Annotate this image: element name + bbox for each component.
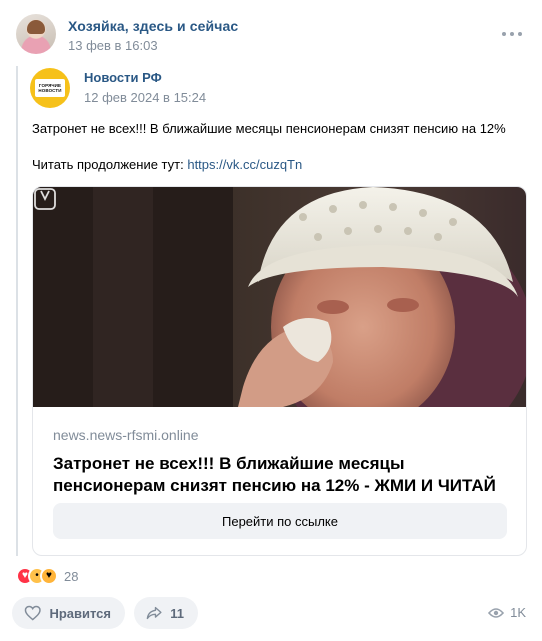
like-button[interactable]: Нравится: [12, 597, 125, 629]
post-text: Затронет не всех!!! В ближайшие месяцы п…: [32, 120, 522, 174]
snippet-domain: news.news-rfsmi.online: [53, 427, 199, 443]
source-logo: ГОРЯЧИЕ НОВОСТИ: [35, 79, 65, 97]
post-header: Хозяйка, здесь и сейчас 13 фев в 16:03: [16, 14, 526, 58]
like-label: Нравится: [49, 605, 111, 621]
post-text-link-line: Читать продолжение тут: https://vk.cc/cu…: [32, 156, 522, 174]
repost-block: ГОРЯЧИЕ НОВОСТИ Новости РФ 12 фев 2024 в…: [16, 66, 527, 556]
views-count: 1K: [510, 605, 526, 620]
wall-post: Хозяйка, здесь и сейчас 13 фев в 16:03 Г…: [0, 0, 542, 641]
post-time[interactable]: 13 фев в 16:03: [68, 38, 158, 53]
link-prefix: Читать продолжение тут:: [32, 157, 188, 172]
author-avatar[interactable]: [16, 14, 56, 54]
eye-icon: [488, 607, 505, 618]
love-eyes-reaction-icon: ♥: [40, 567, 58, 585]
more-horizontal-icon[interactable]: [502, 26, 522, 42]
reactions-summary[interactable]: ♥ • ♥ 28: [16, 566, 78, 586]
share-arrow-icon: [146, 606, 162, 620]
link-snippet[interactable]: news.news-rfsmi.online Затронет не всех!…: [32, 186, 527, 556]
post-text-line: Затронет не всех!!! В ближайшие месяцы п…: [32, 121, 506, 136]
share-button[interactable]: 11: [134, 597, 198, 629]
source-name[interactable]: Новости РФ: [84, 70, 162, 85]
snippet-title[interactable]: Затронет не всех!!! В ближайшие месяцы п…: [53, 453, 513, 497]
source-time[interactable]: 12 фев 2024 в 15:24: [84, 90, 206, 105]
heart-outline-icon: [24, 605, 41, 621]
open-link-button[interactable]: Перейти по ссылке: [53, 503, 507, 539]
video-badge-icon: [34, 188, 56, 210]
source-avatar[interactable]: ГОРЯЧИЕ НОВОСТИ: [30, 68, 70, 108]
action-bar: Нравится 11 1K: [12, 597, 526, 629]
snippet-image[interactable]: [33, 187, 526, 407]
views-counter: 1K: [488, 605, 526, 620]
author-name[interactable]: Хозяйка, здесь и сейчас: [68, 18, 238, 34]
post-link[interactable]: https://vk.cc/cuzqTn: [187, 157, 302, 172]
reactions-count: 28: [64, 568, 79, 584]
share-count: 11: [170, 605, 184, 621]
